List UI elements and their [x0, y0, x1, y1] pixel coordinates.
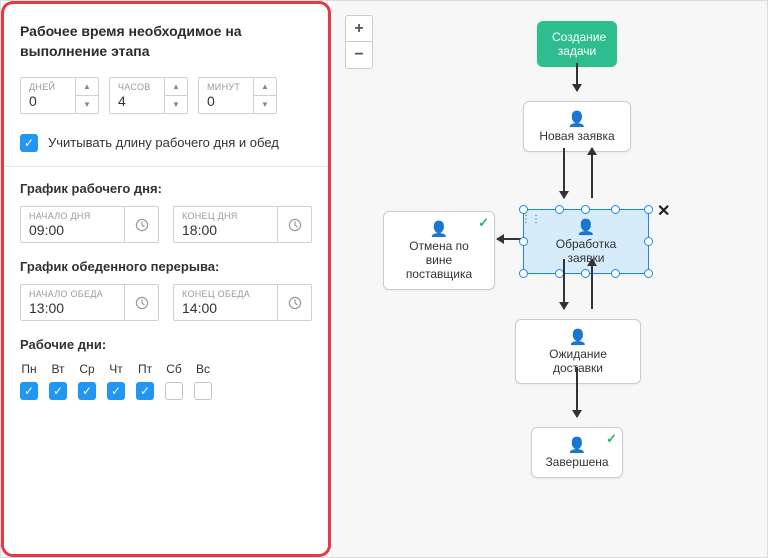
node-complete[interactable]: ✓ 👤 Завершена	[531, 427, 623, 478]
arrow-icon	[576, 367, 578, 417]
node-cancel[interactable]: ✓ 👤 Отмена по вине поставщика	[383, 211, 495, 290]
day-start-input[interactable]: НАЧАЛО ДНЯ 09:00	[20, 206, 159, 243]
days-spinner[interactable]: ДНЕЙ 0 ▲ ▼	[20, 77, 99, 114]
minutes-up-icon[interactable]: ▲	[254, 78, 276, 96]
hours-value[interactable]: 4	[118, 93, 156, 109]
grip-icon[interactable]: ⋮⋮	[521, 218, 541, 222]
consider-workday-checkbox[interactable]: ✓	[20, 134, 38, 152]
arrow-icon	[563, 259, 565, 309]
node-processing-selected[interactable]: ⋮⋮ 👤 Обработка заявки	[523, 209, 649, 274]
day-Чт[interactable]: Чт ✓	[107, 362, 125, 400]
minutes-label: МИНУТ	[207, 82, 245, 92]
day-label: Пт	[138, 362, 152, 376]
check-icon: ✓	[606, 431, 617, 447]
hours-spinner[interactable]: ЧАСОВ 4 ▲ ▼	[109, 77, 188, 114]
consider-workday-label: Учитывать длину рабочего дня и обед	[48, 134, 279, 152]
days-down-icon[interactable]: ▼	[76, 96, 98, 114]
divider	[4, 166, 328, 167]
days-label: ДНЕЙ	[29, 82, 67, 92]
day-end-value[interactable]: 18:00	[182, 222, 269, 238]
day-start-label: НАЧАЛО ДНЯ	[29, 211, 116, 221]
minutes-spinner[interactable]: МИНУТ 0 ▲ ▼	[198, 77, 277, 114]
section-title-lunch-schedule: График обеденного перерыва:	[20, 259, 312, 274]
lunch-start-value[interactable]: 13:00	[29, 300, 116, 316]
day-Ср[interactable]: Ср ✓	[78, 362, 96, 400]
lunch-end-label: КОНЕЦ ОБЕДА	[182, 289, 269, 299]
lunch-start-label: НАЧАЛО ОБЕДА	[29, 289, 116, 299]
day-label: Ср	[79, 362, 94, 376]
node-complete-label: Завершена	[545, 455, 608, 469]
day-label: Пн	[21, 362, 36, 376]
node-cancel-label: Отмена по вине поставщика	[406, 239, 472, 281]
arrow-icon	[563, 148, 565, 198]
duration-row: ДНЕЙ 0 ▲ ▼ ЧАСОВ 4 ▲ ▼	[20, 77, 312, 114]
hours-up-icon[interactable]: ▲	[165, 78, 187, 96]
day-checkbox[interactable]	[165, 382, 183, 400]
clock-icon[interactable]	[124, 285, 158, 320]
day-Сб[interactable]: Сб	[165, 362, 183, 400]
minutes-value[interactable]: 0	[207, 93, 245, 109]
person-icon: 👤	[396, 220, 482, 238]
clock-icon[interactable]	[124, 207, 158, 242]
workflow-canvas[interactable]: + − Создание задачи 👤 Новая заявка ✓ 👤 О…	[331, 1, 767, 557]
day-checkbox[interactable]: ✓	[107, 382, 125, 400]
section-title-worktime: Рабочее время необходимое на выполнение …	[20, 22, 312, 61]
arrow-icon	[591, 148, 593, 198]
day-checkbox[interactable]: ✓	[20, 382, 38, 400]
day-Вс[interactable]: Вс	[194, 362, 212, 400]
hours-label: ЧАСОВ	[118, 82, 156, 92]
hours-down-icon[interactable]: ▼	[165, 96, 187, 114]
day-checkbox[interactable]: ✓	[49, 382, 67, 400]
lunch-end-input[interactable]: КОНЕЦ ОБЕДА 14:00	[173, 284, 312, 321]
person-icon: 👤	[536, 218, 636, 236]
clock-icon[interactable]	[277, 285, 311, 320]
clock-icon[interactable]	[277, 207, 311, 242]
minutes-down-icon[interactable]: ▼	[254, 96, 276, 114]
day-Вт[interactable]: Вт ✓	[49, 362, 67, 400]
days-up-icon[interactable]: ▲	[76, 78, 98, 96]
day-checkbox[interactable]: ✓	[136, 382, 154, 400]
lunch-start-input[interactable]: НАЧАЛО ОБЕДА 13:00	[20, 284, 159, 321]
node-start[interactable]: Создание задачи	[537, 21, 617, 67]
node-delivery-label: Ожидание доставки	[549, 347, 607, 375]
days-row: Пн ✓ Вт ✓ Ср ✓ Чт ✓ Пт ✓ Сб Вс	[20, 362, 312, 400]
day-end-label: КОНЕЦ ДНЯ	[182, 211, 269, 221]
day-Пт[interactable]: Пт ✓	[136, 362, 154, 400]
person-icon: 👤	[528, 328, 628, 346]
section-title-day-schedule: График рабочего дня:	[20, 181, 312, 196]
section-title-work-days: Рабочие дни:	[20, 337, 312, 352]
person-icon: 👤	[536, 110, 618, 128]
lunch-end-value[interactable]: 14:00	[182, 300, 269, 316]
day-label: Вт	[51, 362, 64, 376]
person-icon: 👤	[544, 436, 610, 454]
node-start-label: Создание задачи	[552, 30, 606, 58]
node-new-request[interactable]: 👤 Новая заявка	[523, 101, 631, 152]
day-end-input[interactable]: КОНЕЦ ДНЯ 18:00	[173, 206, 312, 243]
consider-workday-row[interactable]: ✓ Учитывать длину рабочего дня и обед	[20, 134, 312, 152]
day-label: Вс	[196, 362, 210, 376]
arrow-icon	[576, 63, 578, 91]
zoom-controls: + −	[345, 15, 373, 69]
node-new-request-label: Новая заявка	[539, 129, 614, 143]
day-Пн[interactable]: Пн ✓	[20, 362, 38, 400]
day-checkbox[interactable]: ✓	[78, 382, 96, 400]
check-icon: ✓	[478, 215, 489, 231]
day-start-value[interactable]: 09:00	[29, 222, 116, 238]
arrow-icon	[497, 238, 521, 240]
day-label: Сб	[166, 362, 182, 376]
arrow-icon	[591, 259, 593, 309]
zoom-out-button[interactable]: −	[346, 42, 372, 68]
node-delivery[interactable]: 👤 Ожидание доставки	[515, 319, 641, 384]
day-checkbox[interactable]	[194, 382, 212, 400]
days-value[interactable]: 0	[29, 93, 67, 109]
zoom-in-button[interactable]: +	[346, 16, 372, 42]
close-icon[interactable]: ✕	[657, 201, 670, 221]
day-label: Чт	[109, 362, 123, 376]
settings-panel: ▲ Рабочее время необходимое на выполнени…	[1, 1, 331, 557]
